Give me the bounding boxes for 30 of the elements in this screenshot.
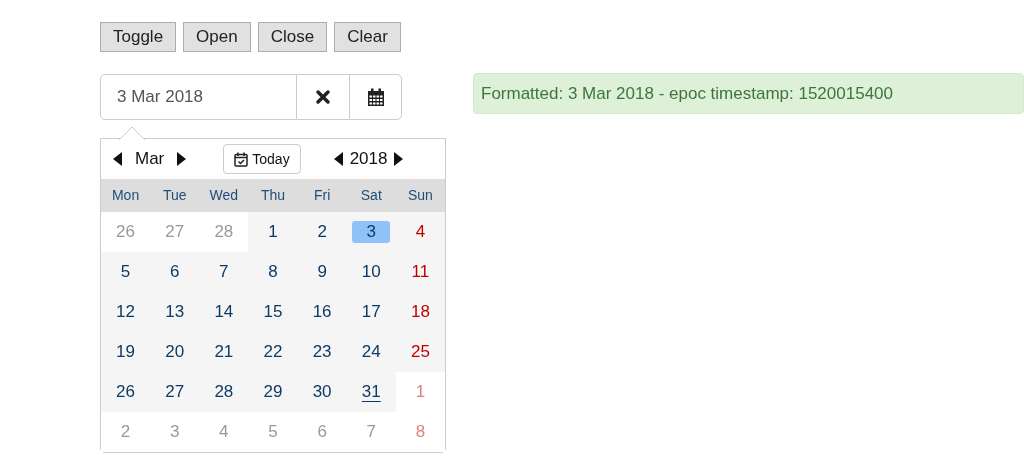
clear-button[interactable]	[297, 74, 349, 120]
year-label: 2018	[349, 148, 388, 171]
calendar-icon	[366, 87, 385, 107]
date-field[interactable]: 3 Mar 2018	[100, 74, 297, 120]
weekday-label: Sun	[406, 186, 434, 205]
action-button[interactable]: Close	[257, 22, 328, 52]
weekday-label: Wed	[208, 186, 240, 205]
calendar-button[interactable]	[349, 74, 402, 120]
weekday-label: Tue	[161, 186, 188, 205]
left-triangle-icon	[113, 152, 122, 166]
weekday-label: Fri	[312, 186, 332, 205]
weekday-label: Thu	[259, 186, 287, 205]
left-triangle-icon	[333, 152, 343, 166]
right-triangle-icon	[177, 152, 187, 166]
weekday-label: Sat	[359, 186, 383, 205]
day-cell[interactable]: 3	[352, 221, 391, 243]
action-button[interactable]: Open	[183, 22, 251, 52]
action-button[interactable]: Toggle	[100, 22, 177, 52]
right-triangle-icon	[394, 152, 404, 166]
weekday-label: Mon	[110, 186, 141, 205]
calendar-check-icon	[234, 151, 249, 167]
status-message: Formatted: 3 Mar 2018 - epoc timestamp: 1520015400	[473, 73, 1024, 114]
next-month-button[interactable]	[177, 152, 187, 166]
previous-month-button[interactable]	[113, 152, 122, 166]
month-label: Mar	[135, 148, 165, 171]
close-icon	[315, 89, 331, 105]
next-year-button[interactable]	[394, 152, 404, 166]
action-button[interactable]: Clear	[334, 22, 401, 52]
today-button[interactable]: Today	[223, 144, 301, 174]
previous-year-button[interactable]	[333, 152, 343, 166]
